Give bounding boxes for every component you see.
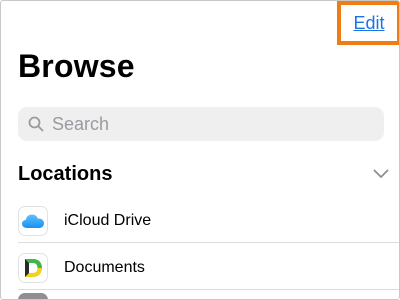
section-title: Locations: [18, 162, 113, 185]
search-icon: [28, 116, 44, 132]
icloud-icon: [18, 205, 48, 236]
partial-list-item-icon: [18, 293, 48, 299]
page-title: Browse: [18, 48, 135, 84]
documents-app-icon: [18, 252, 48, 283]
chevron-down-icon[interactable]: [373, 169, 389, 179]
list-item-documents[interactable]: Documents: [18, 246, 399, 290]
files-browse-screen: Edit Browse Locations i: [0, 0, 400, 300]
search-bar[interactable]: [18, 107, 384, 141]
edit-highlight-box: Edit: [337, 1, 399, 45]
list-item-label: Documents: [64, 258, 145, 276]
search-input[interactable]: [50, 112, 354, 136]
list-item-icloud-drive[interactable]: iCloud Drive: [18, 199, 399, 243]
edit-button[interactable]: Edit: [353, 14, 384, 32]
locations-section-header[interactable]: Locations: [18, 159, 390, 189]
list-item-label: iCloud Drive: [64, 211, 152, 229]
